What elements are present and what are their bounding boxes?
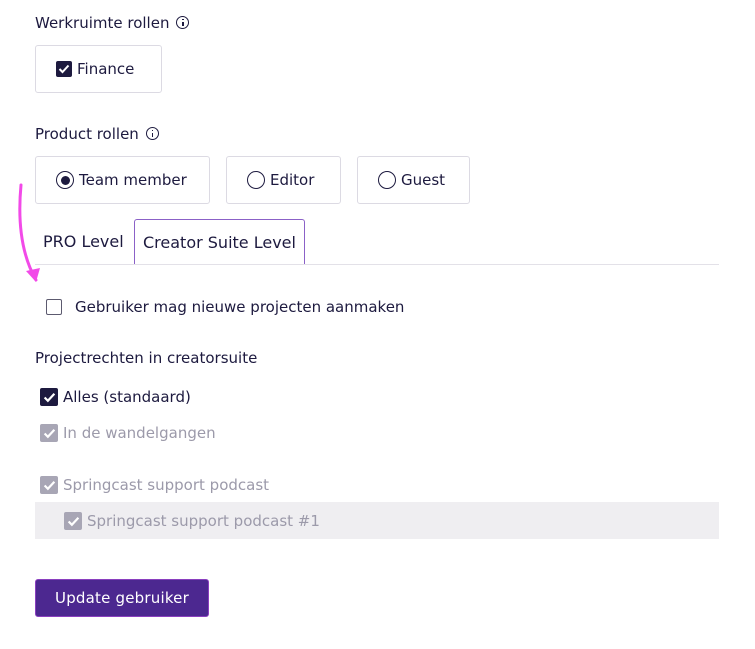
radio-unselected-icon[interactable] — [247, 171, 265, 189]
product-role-editor[interactable]: Editor — [226, 156, 341, 204]
workspace-roles-title: Werkruimte rollen — [35, 14, 170, 32]
project-right-springcast[interactable]: Springcast support podcast — [40, 476, 269, 494]
product-role-label: Guest — [401, 171, 446, 189]
project-right-label: Springcast support podcast — [63, 476, 270, 494]
project-rights-title: Projectrechten in creatorsuite — [35, 349, 258, 367]
checkbox-disabled-icon[interactable] — [40, 476, 58, 494]
project-right-label: In de wandelgangen — [63, 424, 216, 442]
workspace-role-finance[interactable]: Finance — [35, 45, 162, 93]
radio-unselected-icon[interactable] — [378, 171, 396, 189]
workspace-roles-heading: Werkruimte rollen — [35, 14, 190, 32]
project-right-all[interactable]: Alles (standaard) — [40, 388, 191, 406]
tabs-divider — [35, 264, 719, 265]
checkbox-checked-icon[interactable] — [40, 388, 58, 406]
checkbox-checked-icon[interactable] — [56, 61, 72, 77]
product-role-label: Team member — [79, 171, 187, 189]
update-user-button[interactable]: Update gebruiker — [35, 579, 209, 617]
create-projects-option[interactable]: Gebruiker mag nieuwe projecten aanmaken — [46, 298, 404, 316]
product-role-label: Editor — [270, 171, 315, 189]
project-right-springcast-1[interactable]: Springcast support podcast #1 — [64, 512, 320, 530]
project-right-wandelgangen[interactable]: In de wandelgangen — [40, 424, 216, 442]
tab-label: Creator Suite Level — [143, 233, 296, 252]
product-roles-heading: Product rollen — [35, 125, 159, 143]
tab-pro-level[interactable]: PRO Level — [43, 232, 124, 251]
checkbox-disabled-icon[interactable] — [64, 512, 82, 530]
project-right-label: Springcast support podcast #1 — [87, 512, 320, 530]
tab-creator-suite-level[interactable]: Creator Suite Level — [134, 219, 305, 265]
checkbox-disabled-icon[interactable] — [40, 424, 58, 442]
annotation-arrow-icon — [18, 183, 40, 282]
radio-selected-icon[interactable] — [56, 171, 74, 189]
workspace-role-label: Finance — [77, 60, 135, 78]
project-right-label: Alles (standaard) — [63, 388, 191, 406]
info-icon[interactable] — [176, 16, 190, 29]
checkbox-unchecked-icon[interactable] — [46, 299, 62, 315]
product-role-guest[interactable]: Guest — [357, 156, 470, 204]
info-icon[interactable] — [145, 127, 159, 140]
product-roles-title: Product rollen — [35, 125, 139, 143]
product-role-team-member[interactable]: Team member — [35, 156, 210, 204]
create-projects-label: Gebruiker mag nieuwe projecten aanmaken — [75, 298, 405, 316]
